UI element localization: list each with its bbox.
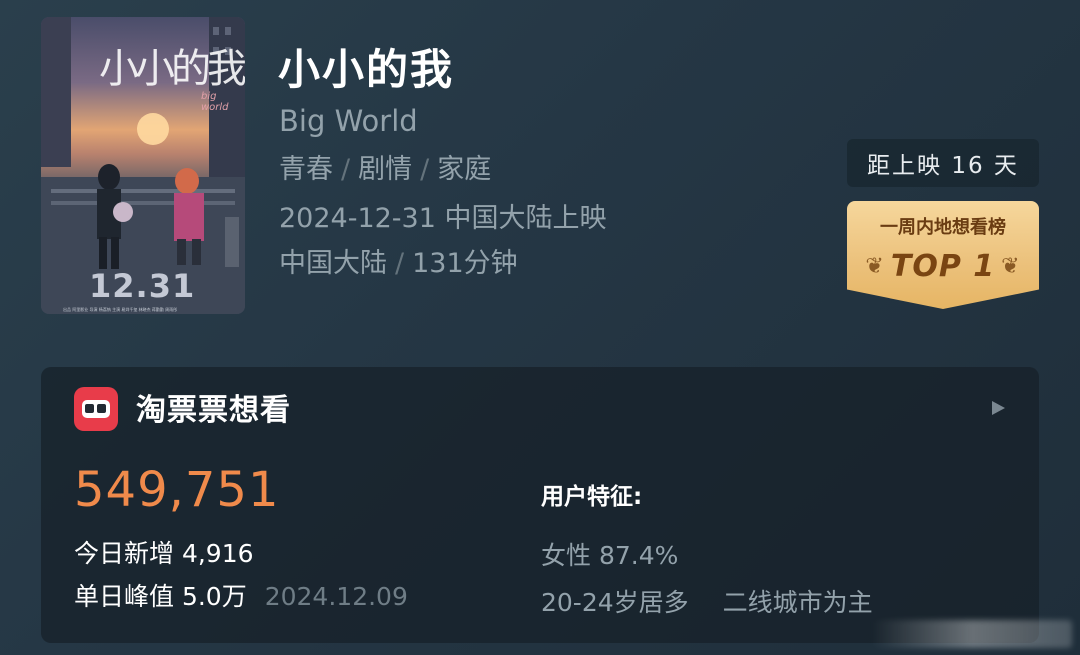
laurel-icon: ❦ [865, 254, 885, 279]
region: 中国大陆 [279, 248, 387, 279]
watermark [872, 620, 1072, 648]
card-title: 淘票票想看 [136, 393, 291, 428]
female-ratio: 女性 87.4% [541, 541, 679, 570]
today-new: 今日新增 4,916 [74, 539, 254, 568]
peak-date: 2024.12.09 [264, 582, 408, 611]
play-arrow-icon[interactable] [992, 401, 1005, 415]
separator: / [341, 154, 351, 185]
release-date: 2024-12-31 中国大陆上映 [279, 203, 607, 234]
lens-left [85, 404, 94, 413]
peak-row: 单日峰值 5.0万 2024.12.09 [74, 577, 408, 613]
city-tier: 二线城市为主 [722, 588, 873, 617]
peak-value: 单日峰值 5.0万 [74, 582, 247, 611]
poster-date-art: 12.31 [89, 267, 196, 305]
separator: / [395, 248, 405, 279]
movie-title: 小小的我 [278, 45, 455, 94]
laurel-icon: ❦ [1001, 254, 1021, 279]
ranking-rank: ❦ TOP 1 ❦ [847, 249, 1039, 284]
age-group: 20-24岁居多 [541, 588, 689, 617]
region-duration: 中国大陆 /131分钟 [279, 241, 518, 280]
genre-tag: 家庭 [437, 154, 492, 185]
want-to-see-card[interactable]: 淘票票想看 549,751 今日新增 4,916 单日峰值 5.0万 2024.1… [41, 367, 1039, 643]
movie-english-title: Big World [279, 104, 418, 138]
ranking-label: 一周内地想看榜 [880, 217, 1006, 238]
features-title: 用户特征: [541, 484, 643, 510]
poster-title-art: 小小的我 [99, 46, 245, 92]
genre-tag: 剧情 [358, 154, 413, 185]
taopiaopiao-app-icon [74, 387, 118, 431]
audience-row: 20-24岁居多 二线城市为主 [541, 583, 873, 619]
poster-credits: 出品 阿里影业 导演 杨荔钠 主演 易烊千玺 林晓杰 蒋勤勤 周雨彤 [63, 307, 178, 312]
lens-right [97, 404, 106, 413]
movie-genres: 青春 / 剧情 / 家庭 [279, 147, 491, 186]
ranking-badge[interactable]: 一周内地想看榜 ❦ TOP 1 ❦ [847, 201, 1039, 309]
rank-text: TOP 1 [890, 249, 996, 284]
genre-tag: 青春 [279, 154, 333, 185]
separator: / [420, 154, 430, 185]
movie-poster[interactable]: 小小的我 big world 12.31 出品 阿里影业 导演 杨荔钠 主演 易… [41, 17, 245, 314]
poster-subtitle-art: big world [201, 91, 229, 113]
duration: 131分钟 [412, 248, 518, 279]
want-count: 549,751 [74, 462, 280, 518]
release-countdown: 距上映 16 天 [847, 139, 1039, 187]
